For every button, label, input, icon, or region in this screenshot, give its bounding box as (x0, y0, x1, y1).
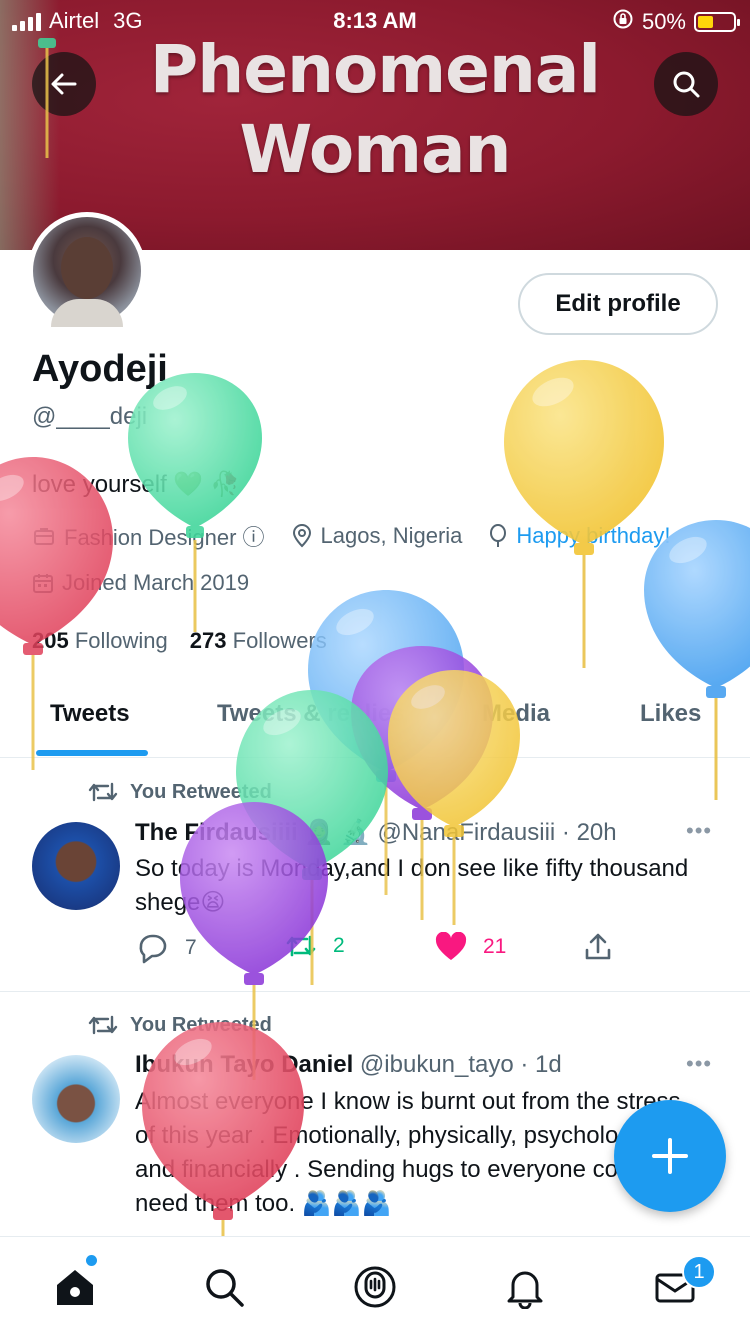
tweet-author-name[interactable]: The Firdausiiii 🧕🏾 🔬 (135, 819, 371, 846)
tweet-time: · 20h (561, 819, 617, 846)
tweet-author-handle[interactable]: @ibukun_tayo (360, 1051, 514, 1078)
profile-name: Ayodeji (32, 348, 168, 390)
battery-icon (694, 12, 740, 32)
tweet-header: The Firdausiiii 🧕🏾 🔬 @NanaFirdausiii · 2… (135, 818, 617, 847)
tab-likes[interactable]: Likes (640, 700, 701, 728)
retweet-icon (88, 782, 118, 802)
location-label: Lagos, Nigeria (320, 523, 463, 548)
rotation-lock-icon (612, 8, 634, 36)
search-button[interactable] (654, 52, 718, 116)
profile-meta: Fashion Designer ⓘ Lagos, Nigeria Happy … (32, 520, 697, 552)
bottom-navigation: 1 (0, 1236, 750, 1334)
tab-tweets-replies[interactable]: Tweets & replies (217, 700, 405, 728)
battery-percent: 50% (641, 9, 686, 34)
tweet-author-avatar[interactable] (32, 1055, 120, 1143)
tweet-author-avatar[interactable] (32, 822, 120, 910)
calendar-icon (33, 574, 53, 593)
retweet-context-label: You Retweeted (130, 1013, 272, 1036)
tweet-card[interactable]: You Retweeted The Firdausiiii 🧕🏾 🔬 @Nana… (0, 760, 750, 992)
status-bar: Airtel 3G 8:13 AM 50% (0, 0, 750, 40)
home-icon[interactable] (53, 1265, 97, 1309)
occupation-label: Fashion Designer ⓘ (64, 525, 265, 550)
tweet-text: So today is Monday,and I don see like fi… (135, 855, 689, 916)
birthday-label[interactable]: Happy birthday! (516, 523, 670, 549)
joined-label: Joined March 2019 (62, 570, 250, 595)
retweet-button[interactable]: 2 (285, 932, 345, 960)
bell-icon[interactable] (503, 1265, 547, 1309)
retweet-icon (286, 935, 316, 957)
retweet-icon (88, 1015, 118, 1035)
back-button[interactable] (32, 52, 96, 116)
tab-active-indicator (36, 750, 148, 756)
home-unread-dot (86, 1255, 97, 1266)
followers-label: Followers (232, 628, 327, 653)
birthday[interactable]: Happy birthday! (488, 523, 671, 549)
follow-stats: 205 Following 273 Followers (32, 628, 327, 654)
location: Lagos, Nigeria (291, 523, 463, 549)
tweet-header: Ibukun Tayo Daniel @ibukun_tayo · 1d (135, 1051, 562, 1079)
search-icon[interactable] (202, 1265, 246, 1309)
avatar-shirt (51, 299, 123, 327)
following-label: Following (74, 628, 168, 653)
following-link[interactable]: 205 Following (32, 628, 168, 654)
reply-icon (139, 934, 167, 964)
avatar-face (61, 237, 113, 299)
tab-tweets[interactable]: Tweets (50, 700, 130, 728)
share-button[interactable] (583, 932, 613, 962)
reply-button[interactable]: 7 (135, 932, 197, 964)
spaces-icon[interactable] (353, 1265, 397, 1309)
banner-title-line-1: Phenomenal (149, 31, 601, 108)
tweet-actions: 7 2 21 (135, 932, 635, 968)
joined-date: Joined March 2019 (32, 570, 249, 596)
briefcase-icon (34, 528, 54, 545)
compose-tweet-button[interactable] (614, 1100, 726, 1212)
retweet-context: You Retweeted (88, 780, 272, 804)
heart-icon (435, 932, 467, 960)
balloon-icon (490, 524, 507, 547)
compose-plus-icon (652, 1138, 688, 1174)
balloon (504, 360, 664, 668)
profile-handle: @____deji (32, 403, 148, 430)
profile-avatar[interactable] (28, 212, 146, 330)
retweet-count: 2 (333, 934, 345, 957)
profile-bio: love yourself 💚 🥀 (32, 471, 240, 498)
balloon (644, 520, 750, 800)
tweet-more-button[interactable]: ••• (686, 1051, 712, 1077)
retweet-context-label: You Retweeted (130, 780, 272, 803)
tab-media[interactable]: Media (482, 700, 550, 728)
status-bar-right: 50% (612, 8, 740, 36)
edit-profile-button[interactable]: Edit profile (518, 273, 718, 335)
reply-count: 7 (185, 936, 197, 959)
back-arrow-icon (51, 73, 77, 95)
like-button[interactable]: 21 (435, 932, 506, 962)
tweet-more-button[interactable]: ••• (686, 818, 712, 844)
tweet-author-handle[interactable]: @NanaFirdausiii (377, 819, 555, 846)
occupation: Fashion Designer ⓘ (32, 520, 265, 552)
share-icon (585, 933, 611, 960)
tweet-time: · 1d (520, 1051, 562, 1078)
search-icon (673, 71, 700, 98)
retweet-context: You Retweeted (88, 1013, 272, 1037)
tweet-author-name[interactable]: Ibukun Tayo Daniel (135, 1051, 353, 1078)
profile-tabs: Tweets Tweets & replies Media Likes (0, 680, 750, 758)
messages-badge: 1 (682, 1255, 716, 1289)
banner-title-line-2: Woman (239, 111, 511, 188)
tweet-text: Almost everyone I know is burnt out from… (135, 1088, 686, 1217)
like-count: 21 (483, 935, 507, 958)
following-count: 205 (32, 628, 69, 653)
location-pin-icon (292, 524, 311, 548)
followers-count: 273 (189, 628, 227, 653)
followers-link[interactable]: 273 Followers (190, 628, 327, 654)
